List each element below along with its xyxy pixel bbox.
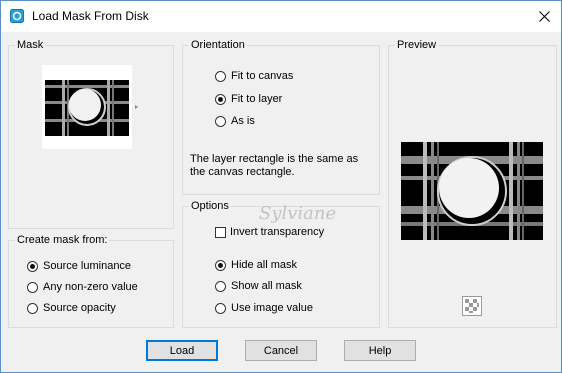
close-button[interactable] bbox=[527, 1, 561, 32]
mask-thumbnail bbox=[42, 65, 138, 149]
dialog-window: Load Mask From Disk Mask Create mask fro… bbox=[0, 0, 562, 373]
checkbox-label: Invert transparency bbox=[230, 226, 325, 238]
radio-indicator bbox=[215, 259, 226, 271]
radio-indicator bbox=[215, 280, 226, 292]
cancel-button[interactable]: Cancel bbox=[245, 340, 317, 361]
watermark-signature: Sylviane bbox=[259, 203, 337, 224]
radio-label: As is bbox=[231, 115, 255, 127]
preview-group-label: Preview bbox=[395, 39, 439, 52]
radio-label: Fit to canvas bbox=[231, 70, 294, 82]
checkbox-box bbox=[215, 226, 226, 238]
radio-indicator bbox=[215, 115, 226, 127]
radio-indicator bbox=[215, 93, 226, 105]
radio-fit-to-canvas[interactable]: Fit to canvas bbox=[215, 70, 293, 82]
invert-transparency-checkbox[interactable]: Invert transparency bbox=[215, 226, 324, 238]
orientation-group-label: Orientation bbox=[189, 39, 247, 52]
radio-use-image-value[interactable]: Use image value bbox=[215, 302, 313, 314]
radio-indicator bbox=[215, 302, 226, 314]
load-button[interactable]: Load bbox=[146, 340, 218, 361]
radio-label: Fit to layer bbox=[231, 93, 283, 105]
orientation-info-line1: The layer rectangle is the same as bbox=[190, 153, 359, 165]
preview-group: Preview bbox=[388, 39, 557, 328]
radio-source-luminance[interactable]: Source luminance bbox=[27, 260, 131, 272]
radio-label: Use image value bbox=[231, 302, 313, 314]
transparency-toggle-icon[interactable] bbox=[462, 296, 482, 316]
radio-fit-to-layer[interactable]: Fit to layer bbox=[215, 93, 282, 105]
radio-as-is[interactable]: As is bbox=[215, 115, 255, 127]
radio-indicator bbox=[27, 302, 38, 314]
radio-label: Any non-zero value bbox=[43, 281, 138, 293]
window-title: Load Mask From Disk bbox=[32, 9, 149, 23]
app-icon bbox=[10, 9, 24, 23]
radio-hide-all-mask[interactable]: Hide all mask bbox=[215, 259, 297, 271]
radio-label: Hide all mask bbox=[231, 259, 298, 271]
preview-image bbox=[401, 142, 543, 240]
radio-indicator bbox=[27, 260, 38, 272]
orientation-group: Orientation Fit to canvas Fit to layer A… bbox=[182, 39, 380, 195]
radio-label: Show all mask bbox=[231, 280, 302, 292]
radio-show-all-mask[interactable]: Show all mask bbox=[215, 280, 302, 292]
radio-label: Source luminance bbox=[43, 260, 132, 272]
radio-source-opacity[interactable]: Source opacity bbox=[27, 302, 116, 314]
options-group: Options Invert transparency Hide all mas… bbox=[182, 200, 380, 328]
create-mask-group: Create mask from: Source luminance Any n… bbox=[8, 234, 174, 328]
title-bar: Load Mask From Disk bbox=[1, 1, 561, 32]
options-group-label: Options bbox=[189, 200, 231, 213]
orientation-info-line2: the canvas rectangle. bbox=[190, 166, 295, 178]
mask-group: Mask bbox=[8, 39, 174, 229]
create-mask-group-label: Create mask from: bbox=[15, 234, 110, 247]
radio-any-non-zero[interactable]: Any non-zero value bbox=[27, 281, 138, 293]
close-icon bbox=[538, 11, 550, 22]
radio-indicator bbox=[27, 281, 38, 293]
mask-group-label: Mask bbox=[15, 39, 46, 52]
radio-label: Source opacity bbox=[43, 302, 116, 314]
help-button[interactable]: Help bbox=[344, 340, 416, 361]
radio-indicator bbox=[215, 70, 226, 82]
